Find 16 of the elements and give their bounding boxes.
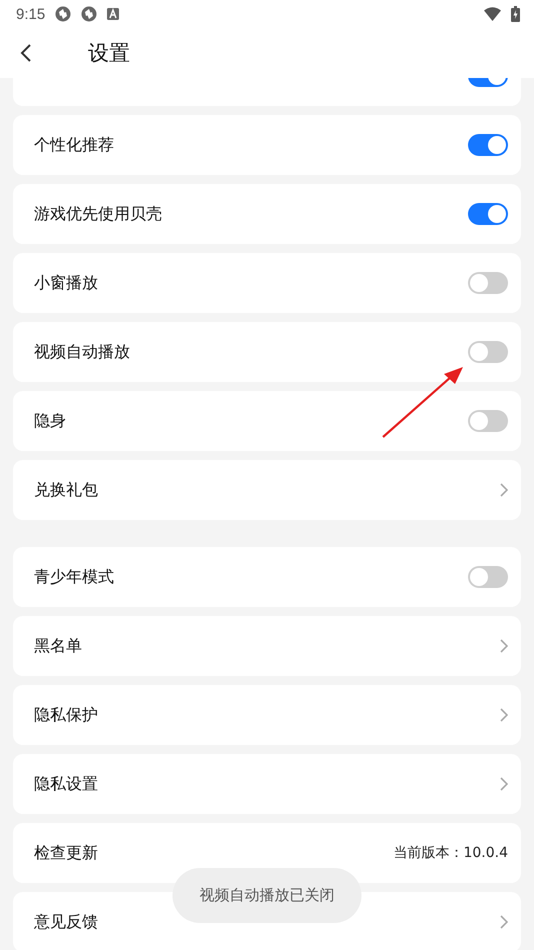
page-title: 设置 — [88, 40, 130, 67]
row-label: 小窗播放 — [34, 272, 99, 294]
row-label: 视频自动播放 — [34, 342, 131, 362]
status-time: 9:15 — [16, 6, 46, 22]
row-label: 黑名单 — [34, 636, 83, 656]
row-label: 隐私设置 — [34, 774, 99, 794]
row-label: 青少年模式 — [34, 566, 115, 588]
row-label: 隐身 — [34, 410, 67, 432]
row-label: 检查更新 — [34, 842, 99, 864]
row-label: 意见反馈 — [34, 912, 99, 932]
row-label: 游戏优先使用贝壳 — [34, 204, 163, 224]
row-label: 个性化推荐 — [34, 134, 115, 156]
row-label: 兑换礼包 — [34, 480, 99, 500]
message-toast: 视频自动播放已关闭 — [172, 868, 362, 923]
version-text: 当前版本：10.0.4 — [393, 844, 508, 862]
row-label: 隐私保护 — [34, 704, 99, 726]
